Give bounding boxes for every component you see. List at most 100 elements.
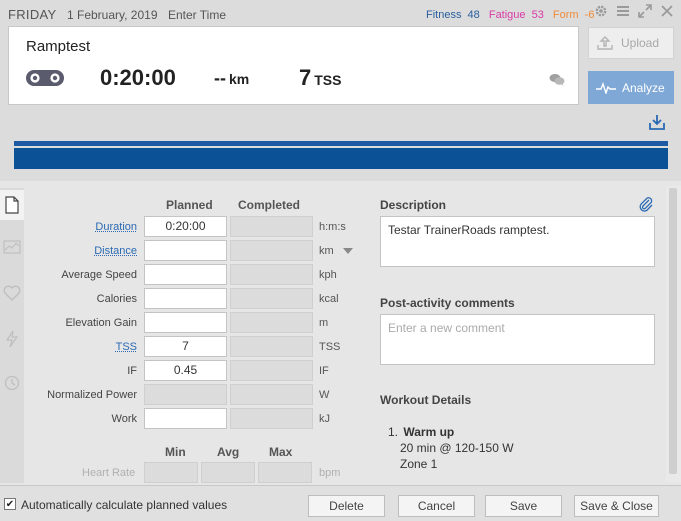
heart-rate-unit: bpm [319, 467, 341, 479]
upload-icon [597, 36, 613, 50]
upload-button[interactable]: Upload [588, 27, 674, 59]
chart-top-line [14, 141, 668, 146]
work-planned-input[interactable] [144, 408, 227, 429]
avg-speed-unit: kph [319, 269, 337, 281]
analyze-button[interactable]: Analyze [588, 71, 674, 104]
gear-icon[interactable] [592, 2, 609, 19]
side-tabs [0, 188, 24, 483]
min-header: Min [165, 445, 186, 459]
tab-power[interactable] [0, 324, 24, 354]
if-label: IF [127, 365, 137, 377]
date-label[interactable]: 1 February, 2019 [67, 8, 158, 22]
download-icon[interactable] [649, 114, 665, 130]
calories-planned-input[interactable] [144, 288, 227, 309]
calories-label: Calories [96, 293, 137, 305]
distance-unit-dropdown-icon[interactable] [343, 248, 353, 254]
bike-chain-icon [26, 70, 64, 86]
auto-calc-checkbox[interactable]: ✔ [4, 498, 16, 510]
workout-steps-list: 1. Warm up 20 min @ 120-150 W Zone 1 [388, 424, 514, 472]
duration-label[interactable]: Duration [95, 221, 137, 233]
comments-title: Post-activity comments [380, 296, 515, 310]
heart-icon [3, 285, 21, 301]
window-controls [592, 2, 675, 19]
avg-speed-label: Average Speed [61, 269, 137, 281]
upload-label: Upload [621, 36, 660, 50]
duration-planned-input[interactable]: 0:20:00 [144, 216, 227, 237]
day-label: FRIDAY [8, 7, 57, 22]
workout-header: FRIDAY 1 February, 2019 Enter Time Fitne… [0, 0, 681, 181]
distance-planned-input[interactable] [144, 240, 227, 261]
tss-completed-input [230, 336, 313, 357]
tss-unit: TSS [319, 341, 341, 353]
fatigue-metric: Fatigue 53 [488, 9, 544, 21]
form-metric: Form -6 [552, 9, 595, 21]
elevation-planned-input[interactable] [144, 312, 227, 333]
description-textarea[interactable]: Testar TrainerRoads ramptest. [380, 216, 655, 267]
save-close-button[interactable]: Save & Close [574, 495, 659, 517]
work-completed-input [230, 408, 313, 429]
analyze-label: Analyze [622, 80, 665, 95]
fitness-metric: Fitness 48 [426, 9, 480, 21]
summary-tss: 7 TSS [299, 65, 342, 90]
tab-summary[interactable] [0, 190, 24, 220]
enter-time-link[interactable]: Enter Time [168, 8, 226, 22]
workout-step-detail: 20 min @ 120-150 W [400, 441, 514, 455]
heart-rate-label: Heart Rate [82, 467, 136, 479]
comments-icon[interactable] [549, 73, 565, 87]
elevation-label: Elevation Gain [65, 317, 137, 329]
distance-unit: km [319, 245, 334, 257]
pulse-icon [596, 81, 616, 94]
np-unit: W [319, 389, 330, 401]
elevation-unit: m [319, 317, 329, 329]
np-planned-input [144, 384, 227, 405]
menu-icon[interactable] [614, 2, 631, 19]
tss-planned-input[interactable]: 7 [144, 336, 227, 357]
if-planned-input[interactable]: 0.45 [144, 360, 227, 381]
workout-details-title: Workout Details [380, 393, 472, 407]
tab-graph[interactable] [0, 232, 24, 262]
graph-icon [3, 240, 21, 254]
delete-button[interactable]: Delete [308, 495, 385, 517]
summary-distance: -- km [214, 68, 250, 88]
calories-completed-input [230, 288, 313, 309]
workout-title[interactable]: Ramptest [26, 38, 90, 55]
save-button[interactable]: Save [485, 495, 562, 517]
max-header: Max [269, 445, 293, 459]
avg-header: Avg [217, 445, 240, 459]
clock-icon [4, 375, 20, 391]
heart-rate-min-input [144, 462, 198, 483]
work-label: Work [111, 413, 137, 425]
tss-label[interactable]: TSS [116, 341, 137, 353]
workout-summary-card: Ramptest 0:20:00 -- km 7 TSS [8, 26, 579, 105]
scrollbar-thumb[interactable] [669, 188, 677, 474]
auto-calc-label[interactable]: Automatically calculate planned values [21, 498, 227, 512]
elevation-completed-input [230, 312, 313, 333]
avg-speed-planned-input[interactable] [144, 264, 227, 285]
tab-laps[interactable] [0, 368, 24, 398]
duration-completed-input [230, 216, 313, 237]
lightning-icon [5, 330, 19, 348]
expand-icon[interactable] [636, 2, 653, 19]
distance-label[interactable]: Distance [94, 245, 137, 257]
document-icon [5, 196, 19, 214]
avg-speed-completed-input [230, 264, 313, 285]
workout-step: 1. Warm up [388, 425, 455, 439]
if-unit: IF [319, 365, 329, 377]
heart-rate-avg-input [201, 462, 255, 483]
summary-duration: 0:20:00 [100, 65, 176, 90]
duration-unit: h:m:s [319, 221, 346, 233]
workout-intensity-chart[interactable] [14, 141, 668, 169]
cancel-button[interactable]: Cancel [398, 495, 475, 517]
chart-band [14, 148, 668, 169]
paperclip-icon[interactable] [638, 196, 654, 212]
if-completed-input [230, 360, 313, 381]
close-icon[interactable] [658, 2, 675, 19]
distance-completed-input [230, 240, 313, 261]
heart-rate-max-input [258, 462, 312, 483]
tab-heart[interactable] [0, 278, 24, 308]
planned-header: Planned [166, 198, 213, 212]
np-label: Normalized Power [47, 389, 137, 401]
comment-input[interactable]: Enter a new comment [380, 314, 655, 365]
description-title: Description [380, 198, 447, 212]
workout-step-zone: Zone 1 [400, 457, 438, 471]
